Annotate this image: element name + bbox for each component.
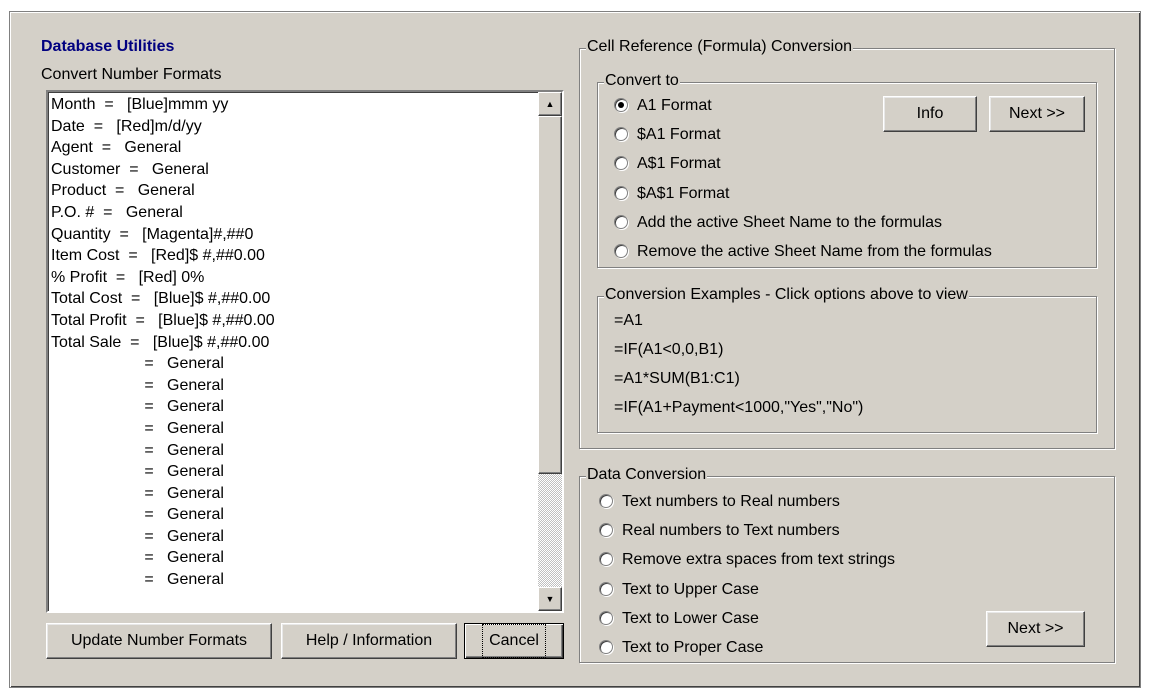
list-item[interactable]: = General — [51, 396, 537, 418]
section-subtitle: Convert Number Formats — [41, 66, 222, 83]
radio-label: Text to Upper Case — [622, 580, 759, 598]
list-item[interactable]: = General — [51, 375, 537, 397]
scroll-thumb[interactable] — [538, 116, 562, 474]
radio-label: $A1 Format — [637, 126, 721, 144]
list-item[interactable]: Month = [Blue]mmm yy — [51, 94, 537, 116]
update-number-formats-button[interactable]: Update Number Formats — [46, 623, 272, 659]
list-item[interactable]: Item Cost = [Red]$ #,##0.00 — [51, 245, 537, 267]
scroll-down-button[interactable]: ▼ — [538, 587, 562, 611]
radio-button[interactable] — [614, 98, 628, 112]
conversion-examples-label: Conversion Examples - Click options abov… — [604, 286, 969, 304]
list-item[interactable]: = General — [51, 547, 537, 569]
page-title: Database Utilities — [41, 38, 175, 55]
scroll-up-button[interactable]: ▲ — [538, 92, 562, 116]
radio-label: Text numbers to Real numbers — [622, 493, 840, 510]
radio-label: Add the active Sheet Name to the formula… — [637, 213, 943, 231]
radio-button[interactable] — [599, 494, 613, 508]
next-button-data-conversion[interactable]: Next >> — [986, 611, 1085, 647]
list-item[interactable]: Agent = General — [51, 137, 537, 159]
list-item[interactable]: Quantity = [Magenta]#,##0 — [51, 224, 537, 246]
list-item[interactable]: = General — [51, 461, 537, 483]
radio-button[interactable] — [599, 581, 613, 596]
radio-label: Remove extra spaces from text strings — [622, 551, 895, 569]
radio-button[interactable] — [614, 214, 628, 229]
radio-button[interactable] — [599, 640, 613, 654]
data-conversion-group-label: Data Conversion — [586, 466, 708, 484]
example-formula: =IF(A1+Payment<1000,"Yes","No") — [614, 399, 864, 416]
radio-label: Text to Lower Case — [622, 609, 759, 627]
radio-label: Real numbers to Text numbers — [622, 522, 840, 540]
cancel-button-label: Cancel — [482, 624, 546, 658]
radio-button[interactable] — [599, 610, 613, 625]
list-item[interactable]: Total Cost = [Blue]$ #,##0.00 — [51, 288, 537, 310]
info-button[interactable]: Info — [883, 96, 977, 132]
radio-label: $A$1 Format — [637, 184, 730, 202]
list-item[interactable]: = General — [51, 353, 537, 375]
list-item[interactable]: Total Sale = [Blue]$ #,##0.00 — [51, 332, 537, 354]
list-item[interactable]: = General — [51, 440, 537, 462]
list-item[interactable]: = General — [51, 504, 537, 526]
help-information-button[interactable]: Help / Information — [281, 623, 457, 659]
example-formula: =A1*SUM(B1:C1) — [614, 370, 740, 387]
list-item[interactable]: Product = General — [51, 180, 537, 202]
radio-button[interactable] — [614, 185, 628, 200]
radio-label: A$1 Format — [637, 155, 721, 173]
radio-label: A1 Format — [637, 97, 712, 114]
cell-reference-group-label: Cell Reference (Formula) Conversion — [586, 38, 853, 56]
list-item[interactable]: % Profit = [Red] 0% — [51, 267, 537, 289]
example-formula: =A1 — [614, 312, 643, 329]
list-item[interactable]: = General — [51, 569, 537, 591]
list-item[interactable]: = General — [51, 483, 537, 505]
list-item[interactable]: = General — [51, 418, 537, 440]
radio-label: Text to Proper Case — [622, 639, 764, 656]
list-item[interactable]: Customer = General — [51, 159, 537, 181]
list-item[interactable]: Total Profit = [Blue]$ #,##0.00 — [51, 310, 537, 332]
example-formula: =IF(A1<0,0,B1) — [614, 341, 724, 358]
convert-to-group-label: Convert to — [604, 72, 680, 90]
list-item[interactable]: = General — [51, 526, 537, 548]
list-item[interactable]: P.O. # = General — [51, 202, 537, 224]
next-button-cell-reference[interactable]: Next >> — [989, 96, 1085, 132]
list-item[interactable]: Date = [Red]m/d/yy — [51, 116, 537, 138]
cancel-button[interactable]: Cancel — [464, 623, 564, 659]
number-formats-listbox[interactable]: Month = [Blue]mmm yy Date = [Red]m/d/yy Ag… — [46, 90, 564, 613]
list-items: Month = [Blue]mmm yy Date = [Red]m/d/yy Ag… — [51, 94, 537, 609]
radio-button[interactable] — [614, 244, 628, 258]
vertical-scrollbar[interactable]: ▲ ▼ — [538, 92, 562, 611]
radio-label: Remove the active Sheet Name from the fo… — [637, 243, 992, 260]
